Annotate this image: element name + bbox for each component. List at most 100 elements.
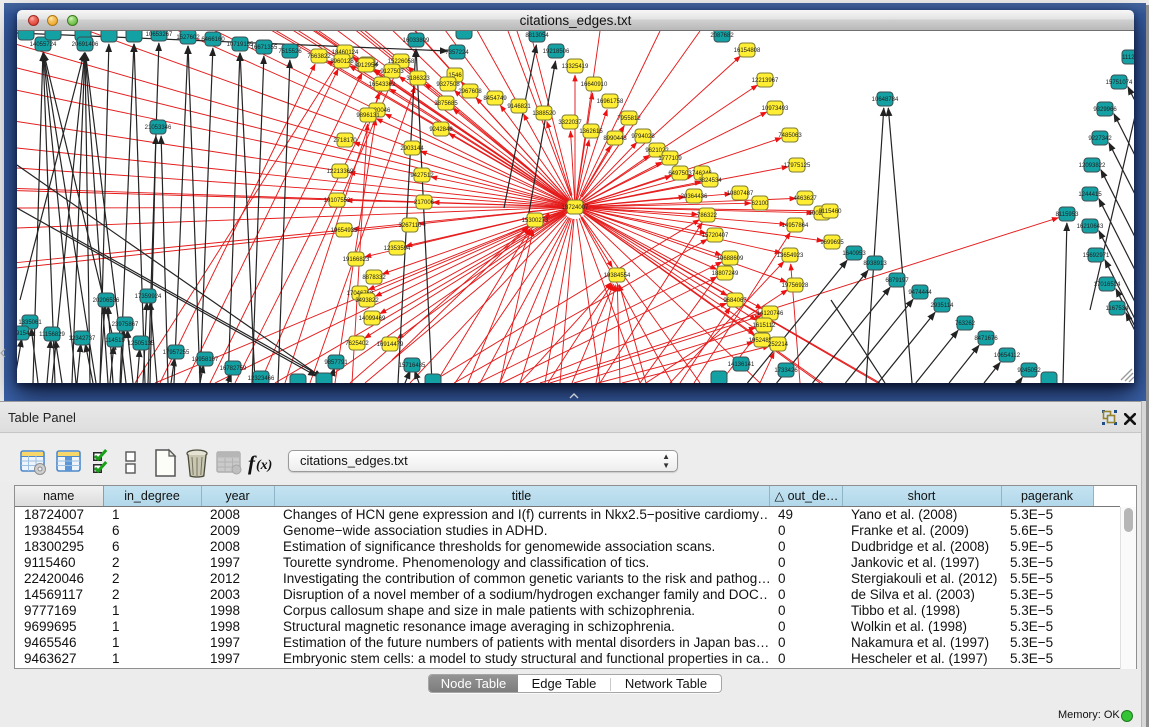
svg-text:3186323: 3186323 [406, 76, 430, 82]
svg-text:15720407: 15720407 [702, 233, 729, 239]
svg-text:15716485: 15716485 [399, 363, 426, 369]
svg-text:4463627: 4463627 [793, 196, 817, 202]
svg-text:3493822: 3493822 [355, 298, 379, 304]
svg-text:8471676: 8471676 [974, 336, 998, 342]
svg-text:1167534: 1167534 [1106, 306, 1130, 312]
svg-text:15300273: 15300273 [522, 218, 549, 224]
svg-text:10648784: 10648784 [872, 97, 899, 103]
svg-text:1244415: 1244415 [1078, 192, 1102, 198]
svg-text:9146821: 9146821 [507, 104, 531, 110]
svg-text:23975867: 23975867 [112, 322, 139, 328]
svg-text:2903144: 2903144 [400, 146, 424, 152]
svg-text:9794028: 9794028 [631, 134, 655, 140]
svg-text:16671355: 16671355 [251, 45, 278, 51]
svg-text:8990443: 8990443 [603, 136, 627, 142]
svg-text:19756928: 19756928 [782, 283, 809, 289]
svg-text:10653267: 10653267 [146, 32, 173, 38]
svg-text:14055724: 14055724 [30, 42, 57, 48]
svg-text:6879197: 6879197 [885, 278, 909, 284]
svg-text:7485063: 7485063 [778, 133, 802, 139]
svg-text:13325419: 13325419 [562, 64, 589, 70]
svg-text:12353594: 12353594 [384, 246, 411, 252]
svg-text:10973493: 10973493 [762, 106, 789, 112]
svg-text:21053346: 21053346 [145, 125, 172, 131]
svg-text:8115953: 8115953 [1056, 212, 1080, 218]
svg-text:2087682: 2087682 [710, 33, 734, 39]
svg-text:252214: 252214 [768, 342, 789, 348]
svg-text:3267110: 3267110 [399, 223, 423, 229]
svg-text:16961758: 16961758 [597, 99, 624, 105]
svg-text:10688609: 10688609 [717, 256, 744, 262]
svg-text:16210643: 16210643 [1077, 224, 1104, 230]
svg-text:9115460: 9115460 [819, 209, 843, 215]
svg-text:18807249: 18807249 [712, 271, 739, 277]
svg-text:10958107: 10958107 [192, 357, 219, 363]
svg-text:3322037: 3322037 [558, 120, 582, 126]
svg-text:14120746: 14120746 [757, 311, 784, 317]
svg-text:114519: 114519 [105, 338, 125, 344]
svg-text:15692971: 15692971 [1083, 253, 1110, 259]
svg-text:1388520: 1388520 [532, 111, 556, 117]
svg-text:19218506: 19218506 [543, 49, 570, 55]
svg-text:9857791: 9857791 [324, 360, 348, 366]
svg-text:763262: 763262 [955, 321, 976, 327]
svg-text:6466160: 6466160 [201, 37, 225, 43]
svg-text:20206536: 20206536 [93, 298, 120, 304]
svg-text:19166823: 19166823 [343, 257, 370, 263]
svg-text:19654935: 19654935 [331, 228, 358, 234]
svg-text:14099469: 14099469 [359, 316, 386, 322]
svg-text:1640953: 1640953 [842, 251, 866, 257]
svg-text:62100: 62100 [752, 201, 769, 207]
svg-text:9127503: 9127503 [380, 69, 404, 75]
svg-text:7955812: 7955812 [617, 116, 641, 122]
svg-text:16782759: 16782759 [220, 366, 247, 372]
svg-text:12213967: 12213967 [752, 78, 779, 84]
svg-text:2967608: 2967608 [458, 89, 482, 95]
svg-text:6497503: 6497503 [668, 171, 692, 177]
svg-text:15751074: 15751074 [1106, 80, 1133, 86]
svg-text:17016514: 17016514 [1094, 282, 1121, 288]
svg-text:9427512: 9427512 [410, 173, 434, 179]
svg-text:9684067: 9684067 [723, 298, 747, 304]
svg-text:7663822: 7663822 [307, 54, 331, 60]
svg-text:1335061: 1335061 [18, 320, 42, 326]
svg-text:16154808: 16154808 [734, 48, 761, 54]
svg-text:12505135: 12505135 [128, 341, 155, 347]
svg-text:8912954: 8912954 [354, 63, 378, 69]
svg-text:1362615: 1362615 [579, 129, 603, 135]
svg-text:9245052: 9245052 [1017, 368, 1041, 374]
svg-text:9474444: 9474444 [908, 290, 932, 296]
svg-text:39154: 39154 [17, 331, 30, 337]
svg-text:20364436: 20364436 [681, 194, 708, 200]
svg-text:9896131: 9896131 [356, 113, 380, 119]
svg-text:7625402: 7625402 [345, 341, 369, 347]
svg-text:2935114: 2935114 [931, 303, 955, 309]
svg-text:12323466: 12323466 [248, 376, 275, 382]
svg-text:1777109: 1777109 [658, 156, 682, 162]
svg-text:3875685: 3875685 [434, 101, 458, 107]
svg-text:17359924: 17359924 [135, 294, 162, 300]
svg-text:13654923: 13654923 [777, 253, 804, 259]
svg-text:8813054: 8813054 [525, 33, 549, 39]
svg-text:1615112: 1615112 [753, 323, 777, 329]
svg-text:786322: 786322 [697, 213, 718, 219]
svg-text:20691406: 20691406 [72, 42, 99, 48]
svg-text:14136141: 14136141 [728, 362, 755, 368]
svg-text:8960128: 8960128 [330, 59, 354, 65]
svg-text:2718170: 2718170 [333, 138, 357, 144]
svg-text:8454749: 8454749 [483, 96, 507, 102]
svg-text:1527602: 1527602 [176, 35, 200, 41]
svg-text:9242848: 9242848 [429, 127, 453, 133]
svg-text:16914479: 16914479 [377, 342, 404, 348]
svg-text:12093822: 12093822 [1079, 163, 1106, 169]
svg-text:12213369: 12213369 [327, 169, 354, 175]
svg-text:11123: 11123 [1122, 55, 1134, 61]
svg-text:12342737: 12342737 [69, 336, 96, 342]
svg-text:10654112: 10654112 [994, 353, 1021, 359]
svg-text:3824534: 3824534 [698, 178, 722, 184]
svg-text:19384554: 19384554 [604, 273, 631, 279]
svg-text:1733426: 1733426 [774, 368, 798, 374]
svg-text:10807487: 10807487 [727, 191, 754, 197]
svg-text:11156829: 11156829 [39, 332, 65, 338]
svg-text:16543362: 16543362 [369, 82, 396, 88]
